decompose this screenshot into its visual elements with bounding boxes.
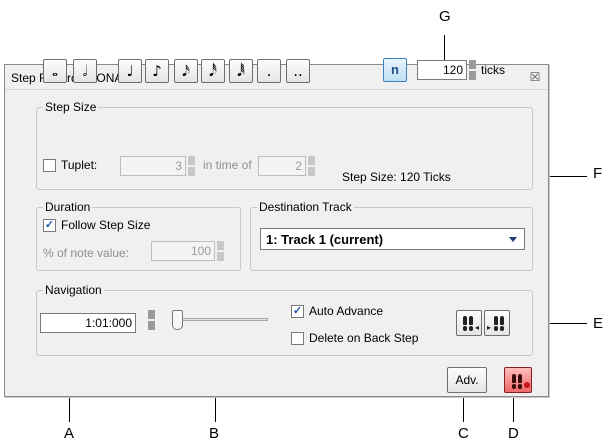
chevron-down-icon[interactable] xyxy=(509,237,517,242)
n-ticks-button[interactable]: n xyxy=(383,58,407,82)
follow-step-size-checkbox[interactable]: ✓ xyxy=(43,219,56,232)
navigation-label: Navigation xyxy=(43,283,104,297)
percent-note-value-input[interactable]: 100 xyxy=(151,241,215,261)
ticks-label: ticks xyxy=(481,63,505,77)
duration-label: Duration xyxy=(43,200,93,214)
position-input[interactable]: 1:01:000 xyxy=(40,313,136,333)
follow-step-size-label: Follow Step Size xyxy=(61,218,151,232)
tuplet-spinner-icon[interactable] xyxy=(188,156,195,176)
sixty-fourth-note-button[interactable]: 𝅘𝅥𝅱 xyxy=(229,59,253,83)
close-icon[interactable]: ☒ xyxy=(528,70,542,84)
callout-c: C xyxy=(458,425,469,442)
double-dotted-button[interactable]: .. xyxy=(286,59,310,83)
tuplet-label: Tuplet: xyxy=(61,158,98,172)
callout-g: G xyxy=(439,8,451,25)
callout-d: D xyxy=(508,425,519,442)
quarter-note-button[interactable]: ♩ xyxy=(118,59,142,83)
auto-advance-checkbox[interactable]: ✓ xyxy=(291,305,304,318)
auto-advance-label: Auto Advance xyxy=(309,304,384,318)
navigation-slider-track[interactable] xyxy=(172,318,268,321)
percent-spinner-icon[interactable] xyxy=(217,241,224,261)
dotted-button[interactable]: . xyxy=(257,59,281,83)
in-time-of-input[interactable]: 2 xyxy=(258,156,306,176)
navigation-slider-thumb[interactable] xyxy=(172,310,183,330)
callout-e: E xyxy=(593,315,604,332)
advance-button[interactable]: Adv. xyxy=(447,367,487,393)
destination-track-value: 1: Track 1 (current) xyxy=(266,232,384,247)
tuplet-input[interactable]: 3 xyxy=(120,156,186,176)
callout-f: F xyxy=(593,165,603,182)
in-time-of-label: in time of xyxy=(203,158,252,172)
step-size-group: Step Size xyxy=(36,100,533,190)
duration-group: Duration xyxy=(36,200,241,271)
destination-track-label: Destination Track xyxy=(257,200,354,214)
sixteenth-note-button[interactable]: 𝅘𝅥𝅯 xyxy=(174,59,198,83)
ticks-input[interactable]: 120 xyxy=(417,60,467,80)
destination-track-select[interactable]: 1: Track 1 (current) xyxy=(260,228,525,250)
callout-a: A xyxy=(64,425,75,442)
delete-on-back-step-checkbox[interactable] xyxy=(291,332,304,345)
tuplet-checkbox[interactable] xyxy=(43,159,56,172)
step-size-readout: Step Size: 120 Ticks xyxy=(342,170,451,184)
half-note-button[interactable]: 𝅗𝅥 xyxy=(73,59,97,83)
checkmark-icon: ✓ xyxy=(292,305,303,317)
thirty-second-note-button[interactable]: 𝅘𝅥𝅰 xyxy=(201,59,225,83)
checkmark-icon: ✓ xyxy=(44,219,55,231)
percent-note-value-label: % of note value: xyxy=(43,246,130,260)
delete-on-back-step-label: Delete on Back Step xyxy=(309,331,419,345)
position-spinner-icon[interactable] xyxy=(148,310,155,330)
step-back-button[interactable]: ◂ xyxy=(456,310,482,336)
ticks-spinner-icon[interactable] xyxy=(469,60,476,80)
step-forward-button[interactable]: ▸ xyxy=(484,310,510,336)
eighth-note-button[interactable]: ♪ xyxy=(145,59,169,83)
record-step-button[interactable] xyxy=(504,367,532,393)
step-size-label: Step Size xyxy=(43,100,99,114)
in-time-of-spinner-icon[interactable] xyxy=(308,156,315,176)
whole-note-button[interactable]: 𝅝 xyxy=(43,59,67,83)
callout-b: B xyxy=(209,425,220,442)
